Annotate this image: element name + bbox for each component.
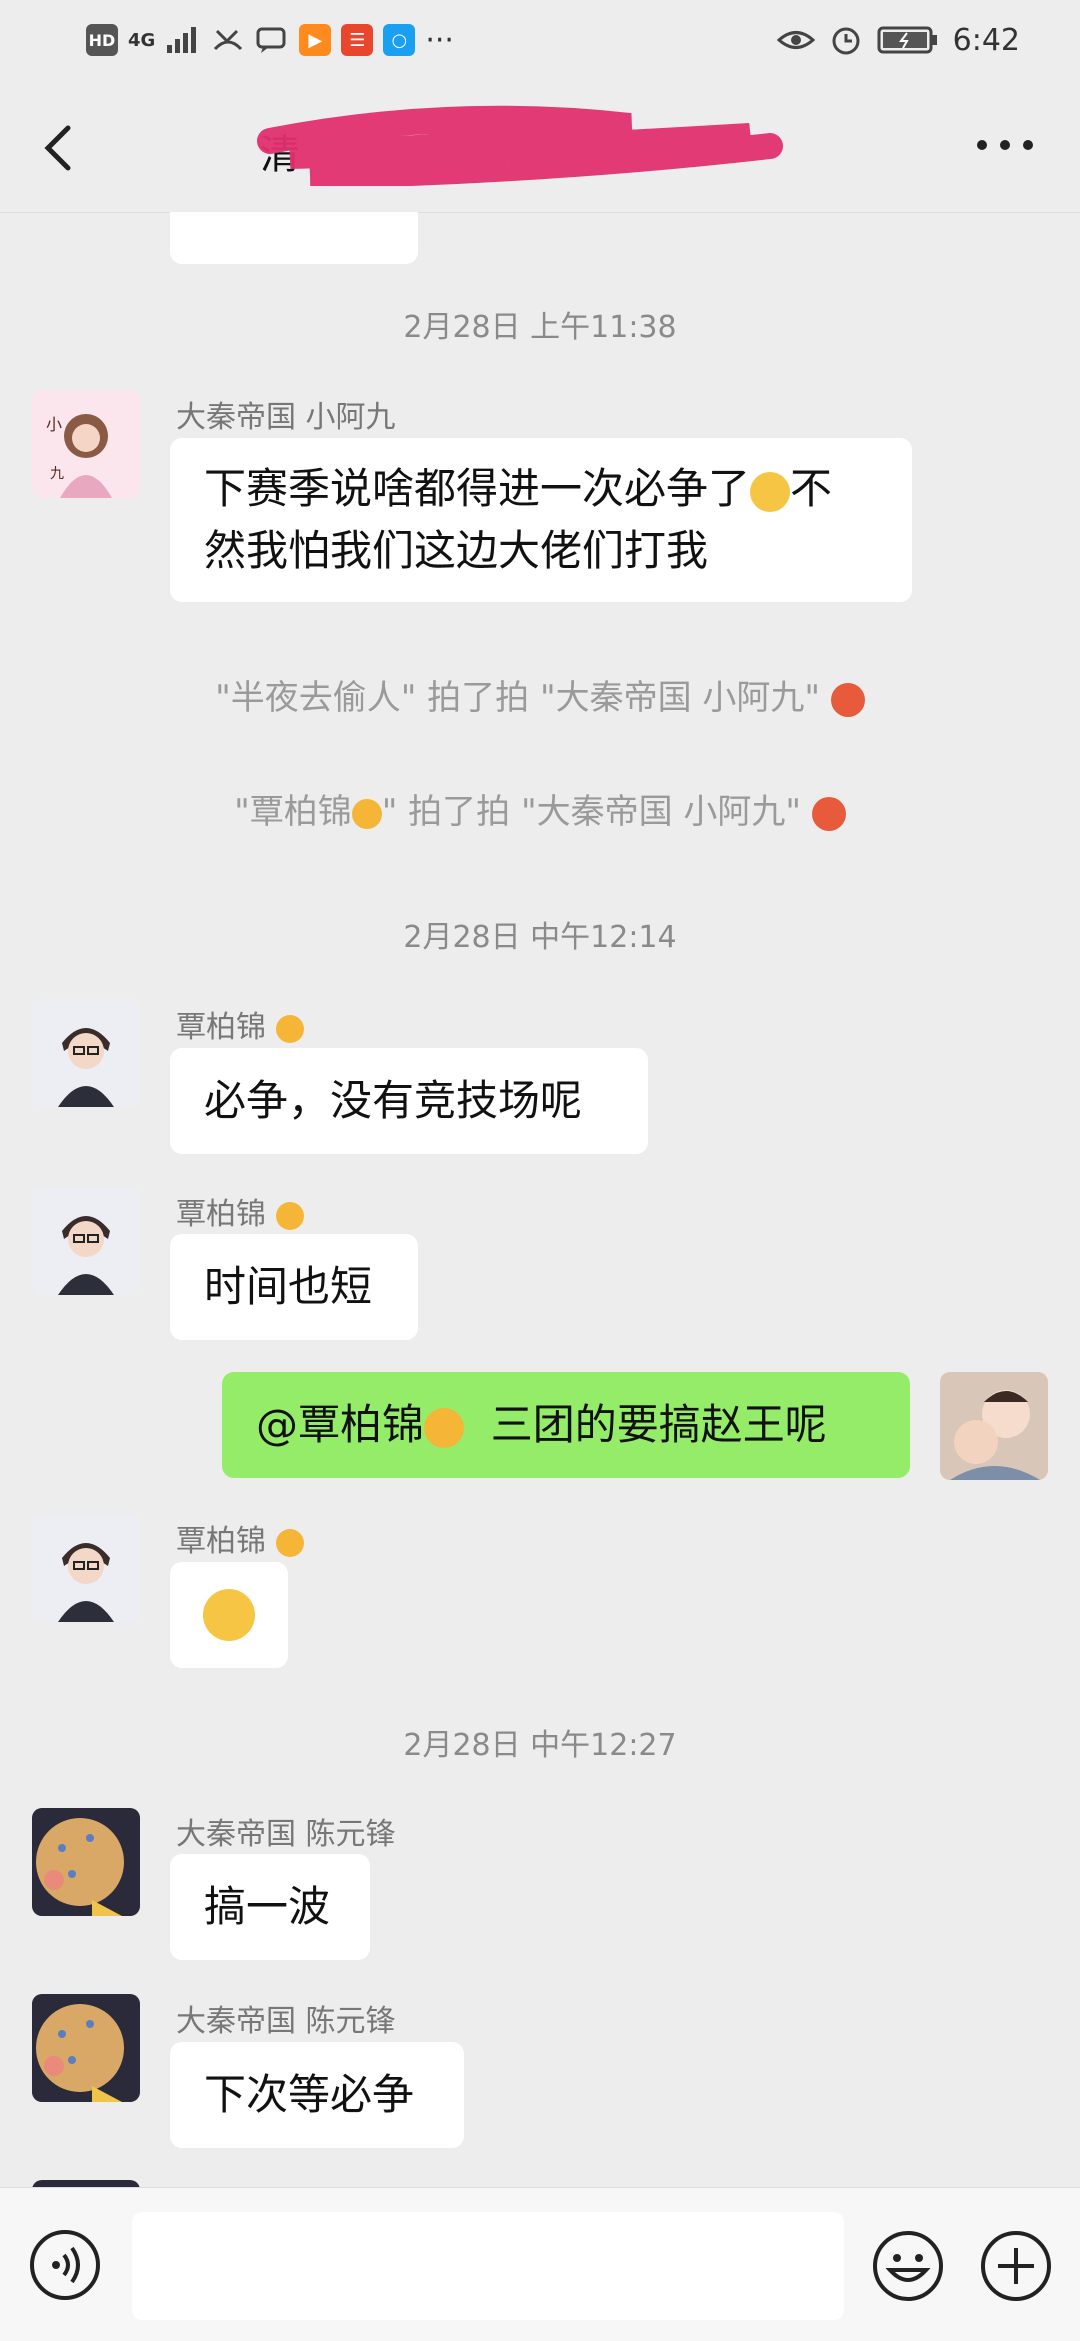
chat-title-area: 清 <box>250 105 850 186</box>
timestamp: 2月28日 中午12:14 <box>403 920 677 955</box>
more-notifications-icon: ··· <box>425 22 454 58</box>
pat-notice: "覃柏锦 " 拍了拍 "大秦帝国 小阿九" <box>0 784 1080 833</box>
status-right-icons: 6:42 <box>776 20 1020 60</box>
crying-laughing-emoji-icon <box>750 471 791 512</box>
avatar-chenyuanfeng[interactable] <box>32 1808 140 1916</box>
status-left-icons: HD 4G ▶ ☰ ○ ··· <box>86 20 454 60</box>
redaction-scribble <box>257 105 783 186</box>
avatar-partial <box>32 2180 140 2187</box>
pat-text: " 拍了拍 "大秦帝国 小阿九" <box>381 792 802 832</box>
message-bubble[interactable]: 搞一波 <box>170 1854 370 1960</box>
pat-notice: "半夜去偷人" 拍了拍 "大秦帝国 小阿九" <box>0 670 1080 719</box>
voice-input-icon[interactable] <box>28 2228 102 2302</box>
message-text: 必争，没有竞技场呢 <box>204 1076 583 1125</box>
input-bar <box>0 2187 1080 2341</box>
alarm-icon <box>832 27 860 55</box>
timestamp: 2月28日 中午12:27 <box>403 1728 677 1763</box>
crying-laughing-emoji-icon <box>203 1589 255 1641</box>
more-functions-plus-icon[interactable] <box>978 2228 1054 2304</box>
tiger-emoji-icon <box>351 798 382 829</box>
sender-name: 覃柏锦 <box>176 1516 304 1560</box>
message-text: 下赛季说啥都得进一次必争了 <box>204 464 751 513</box>
signal-icon <box>167 27 197 53</box>
tiger-emoji-icon <box>275 1528 304 1557</box>
video-app-icon: ▶ <box>299 24 332 56</box>
message-bubble[interactable]: 下赛季说啥都得进一次必争了不 然我怕我们这边大佬们打我 <box>170 438 912 602</box>
message-text: 搞一波 <box>204 1882 331 1931</box>
message-input[interactable] <box>132 2212 844 2320</box>
status-time: 6:42 <box>952 22 1020 58</box>
message-text: @覃柏锦 <box>256 1400 425 1449</box>
chat-header: 清 <box>0 80 1080 213</box>
message-text: 然我怕我们这边大佬们打我 <box>204 526 709 575</box>
sender-name: 大秦帝国 陈元锋 <box>176 1817 396 1852</box>
pat-text: "半夜去偷人" 拍了拍 "大秦帝国 小阿九" <box>215 678 821 718</box>
timestamp: 2月28日 上午11:38 <box>403 310 677 345</box>
sender-name: 大秦帝国 小阿九 <box>176 400 396 435</box>
message-text: 时间也短 <box>204 1262 373 1311</box>
back-arrow-icon[interactable] <box>30 118 90 178</box>
avatar-chenyuanfeng[interactable] <box>32 1994 140 2102</box>
message-bubble[interactable]: 时间也短 <box>170 1234 418 1340</box>
message-bubble[interactable] <box>170 1562 288 1668</box>
sender-name: 覃柏锦 <box>176 1189 304 1233</box>
avatar-qinbaijin[interactable] <box>32 1514 140 1622</box>
firecracker-icon <box>830 682 865 717</box>
sender-name-text: 覃柏锦 <box>176 1524 266 1559</box>
network-4g-icon: 4G <box>128 29 156 51</box>
message-text: 不 <box>790 464 833 513</box>
message-bubble[interactable]: 必争，没有竞技场呢 <box>170 1048 648 1154</box>
emoji-picker-icon[interactable] <box>870 2228 946 2304</box>
message-bubble-partial[interactable] <box>170 212 418 264</box>
tiger-emoji-icon <box>424 1407 465 1448</box>
sender-name-text: 覃柏锦 <box>176 1197 266 1232</box>
avatar-self[interactable] <box>940 1372 1048 1480</box>
message-bubble-outgoing[interactable]: @覃柏锦 三团的要搞赵王呢 <box>222 1372 910 1478</box>
chat-messages[interactable]: 2月28日 上午11:38 小九 大秦帝国 小阿九 下赛季说啥都得进一次必争了不… <box>0 212 1080 2187</box>
svg-text:九: 九 <box>50 466 64 482</box>
pat-text: "覃柏锦 <box>234 792 352 832</box>
news-app-icon: ☰ <box>341 24 374 56</box>
message-icon <box>256 27 286 53</box>
sender-name: 覃柏锦 <box>176 1002 304 1046</box>
status-bar: HD 4G ▶ ☰ ○ ··· 6:42 <box>0 0 1080 80</box>
avatar-qinbaijin[interactable] <box>32 1187 140 1295</box>
avatar-xiaoajiu[interactable]: 小九 <box>32 390 140 498</box>
eye-icon <box>776 31 815 49</box>
tiger-emoji-icon <box>275 1201 304 1230</box>
svg-text:小: 小 <box>46 415 62 434</box>
message-bubble[interactable]: 下次等必争 <box>170 2042 464 2148</box>
avatar-qinbaijin[interactable] <box>32 999 140 1107</box>
sender-name-text: 覃柏锦 <box>176 1010 266 1045</box>
sender-name: 大秦帝国 陈元锋 <box>176 2004 396 2039</box>
message-text: 下次等必争 <box>204 2070 415 2119</box>
firecracker-icon <box>811 796 846 831</box>
search-app-icon: ○ <box>383 24 416 56</box>
tiger-emoji-icon <box>275 1014 304 1043</box>
message-text: 三团的要搞赵王呢 <box>490 1400 827 1449</box>
more-options-icon[interactable] <box>970 120 1040 170</box>
battery-icon <box>877 26 937 54</box>
missed-call-icon <box>214 29 243 51</box>
hd-icon: HD <box>86 24 118 56</box>
